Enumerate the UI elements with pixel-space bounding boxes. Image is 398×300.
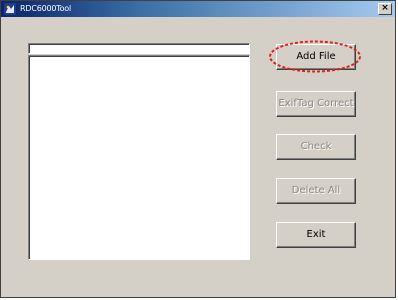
exiftag-correct-button[interactable]: ExifTag Correct [276,91,356,117]
file-path-field[interactable] [28,43,250,54]
exiftag-correct-label: ExifTag Correct [278,98,354,109]
exit-label: Exit [306,229,326,240]
check-button[interactable]: Check [276,134,356,160]
exit-button[interactable]: Exit [276,222,356,248]
file-list[interactable] [28,55,250,260]
app-window: RDC6000Tool × Add File ExifTag Correct C… [0,0,396,298]
close-button[interactable]: × [378,3,392,15]
add-file-label: Add File [296,51,336,62]
add-file-button[interactable]: Add File [276,44,356,70]
close-icon: × [381,3,389,13]
title-bar[interactable]: RDC6000Tool × [1,1,395,17]
check-label: Check [300,141,332,152]
window-title: RDC6000Tool [20,4,72,13]
app-icon [4,3,16,15]
delete-all-button[interactable]: Delete All [276,178,356,204]
delete-all-label: Delete All [291,185,341,196]
